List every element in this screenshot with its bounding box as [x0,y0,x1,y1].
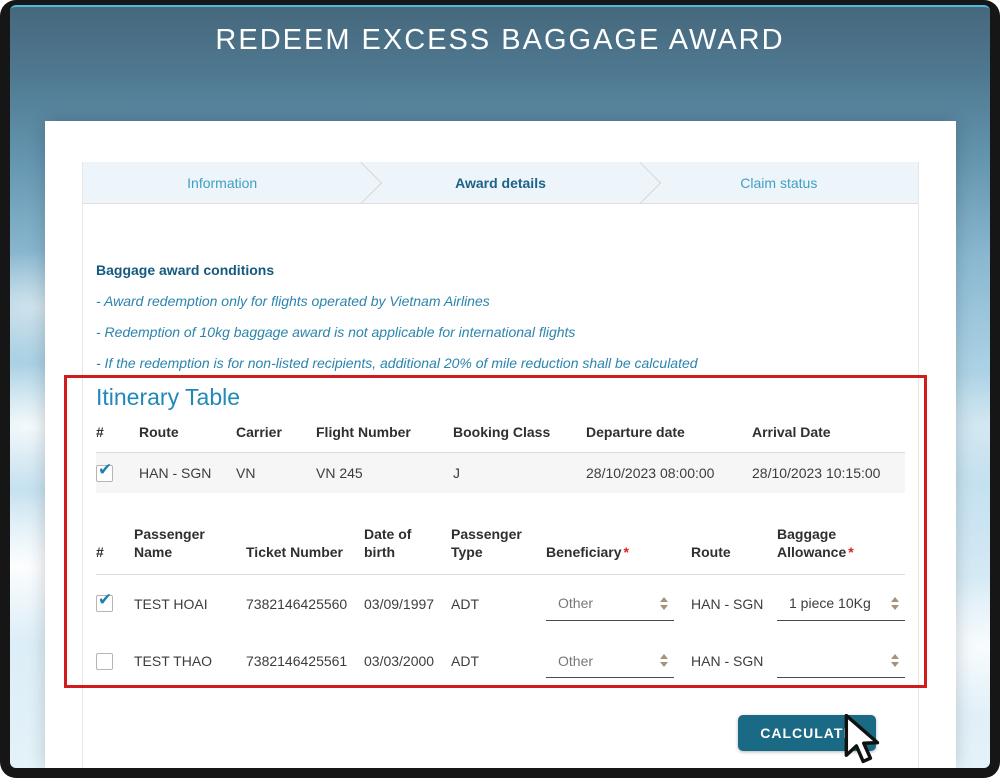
page-background: REDEEM EXCESS BAGGAGE AWARD Information … [10,5,990,768]
required-asterisk: * [621,544,628,560]
actions-row: CALCULATE [96,715,905,751]
col-header-select: # [96,416,139,453]
form-panel: Information Award details Claim status B… [82,162,919,768]
conditions-heading: Baggage award conditions [96,261,905,279]
baggage-allowance-select[interactable] [777,644,905,678]
col-header-baggage-allowance: Baggage Allowance* [777,503,905,575]
col-header-booking-class: Booking Class [453,416,586,453]
flight-table-header-row: # Route Carrier Flight Number Booking Cl… [96,416,905,453]
col-header-beneficiary: Beneficiary* [546,503,691,575]
passenger-name: TEST THAO [134,632,246,690]
col-header-departure-date: Departure date [586,416,752,453]
baggage-allowance-select[interactable]: 1 piece 10Kg [777,587,905,621]
col-header-select: # [96,503,134,575]
col-header-flight-number: Flight Number [316,416,453,453]
flight-booking-class: J [453,453,586,493]
col-header-route: Route [139,416,236,453]
itinerary-table-title: Itinerary Table [96,384,905,410]
stepper: Information Award details Claim status [83,162,918,204]
col-header-ticket-number: Ticket Number [246,503,364,575]
condition-item: - If the redemption is for non-listed re… [96,354,905,372]
passenger-type: ADT [451,574,546,632]
conditions-block: Baggage award conditions - Award redempt… [96,261,905,372]
beneficiary-value: Other [558,595,593,611]
passenger-row-checkbox[interactable] [96,595,113,612]
passenger-route: HAN - SGN [691,632,777,690]
select-spinner-icon [891,654,899,667]
select-spinner-icon [660,597,668,610]
flight-row-checkbox[interactable] [96,465,113,482]
flight-carrier: VN [236,453,316,493]
condition-item: - Award redemption only for flights oper… [96,292,905,310]
flight-table: # Route Carrier Flight Number Booking Cl… [96,416,905,493]
passenger-row: TEST THAO 7382146425561 03/03/2000 ADT O… [96,632,905,690]
tab-information[interactable]: Information [83,162,361,203]
passenger-row-checkbox[interactable] [96,653,113,670]
tab-claim-status[interactable]: Claim status [640,162,918,203]
col-header-arrival-date: Arrival Date [752,416,905,453]
tab-claim-status-label: Claim status [740,175,817,191]
select-spinner-icon [660,654,668,667]
window-frame: REDEEM EXCESS BAGGAGE AWARD Information … [0,0,1000,778]
date-of-birth: 03/03/2000 [364,632,451,690]
col-header-route: Route [691,503,777,575]
flight-row: HAN - SGN VN VN 245 J 28/10/2023 08:00:0… [96,453,905,493]
tab-award-details-label: Award details [455,175,546,191]
passenger-route: HAN - SGN [691,574,777,632]
passenger-table: # Passenger Name Ticket Number Date of b… [96,503,905,691]
required-asterisk: * [846,544,853,560]
ticket-number: 7382146425561 [246,632,364,690]
condition-item: - Redemption of 10kg baggage award is no… [96,323,905,341]
col-header-passenger-name: Passenger Name [134,503,246,575]
date-of-birth: 03/09/1997 [364,574,451,632]
passenger-type: ADT [451,632,546,690]
tab-information-label: Information [187,175,257,191]
flight-number: VN 245 [316,453,453,493]
baggage-allowance-value: 1 piece 10Kg [789,595,871,611]
ticket-number: 7382146425560 [246,574,364,632]
col-header-carrier: Carrier [236,416,316,453]
beneficiary-select[interactable]: Other [546,644,674,678]
col-header-passenger-type: Passenger Type [451,503,546,575]
beneficiary-value: Other [558,653,593,669]
tab-award-details[interactable]: Award details [361,162,639,203]
flight-departure: 28/10/2023 08:00:00 [586,453,752,493]
passenger-name: TEST HOAI [134,574,246,632]
calculate-button[interactable]: CALCULATE [738,715,876,751]
passenger-row: TEST HOAI 7382146425560 03/09/1997 ADT O… [96,574,905,632]
beneficiary-select[interactable]: Other [546,587,674,621]
flight-arrival: 28/10/2023 10:15:00 [752,453,905,493]
col-header-date-of-birth: Date of birth [364,503,451,575]
flight-route: HAN - SGN [139,453,236,493]
content-card: Information Award details Claim status B… [45,121,956,768]
passenger-table-header-row: # Passenger Name Ticket Number Date of b… [96,503,905,575]
select-spinner-icon [891,597,899,610]
page-title: REDEEM EXCESS BAGGAGE AWARD [10,24,990,57]
